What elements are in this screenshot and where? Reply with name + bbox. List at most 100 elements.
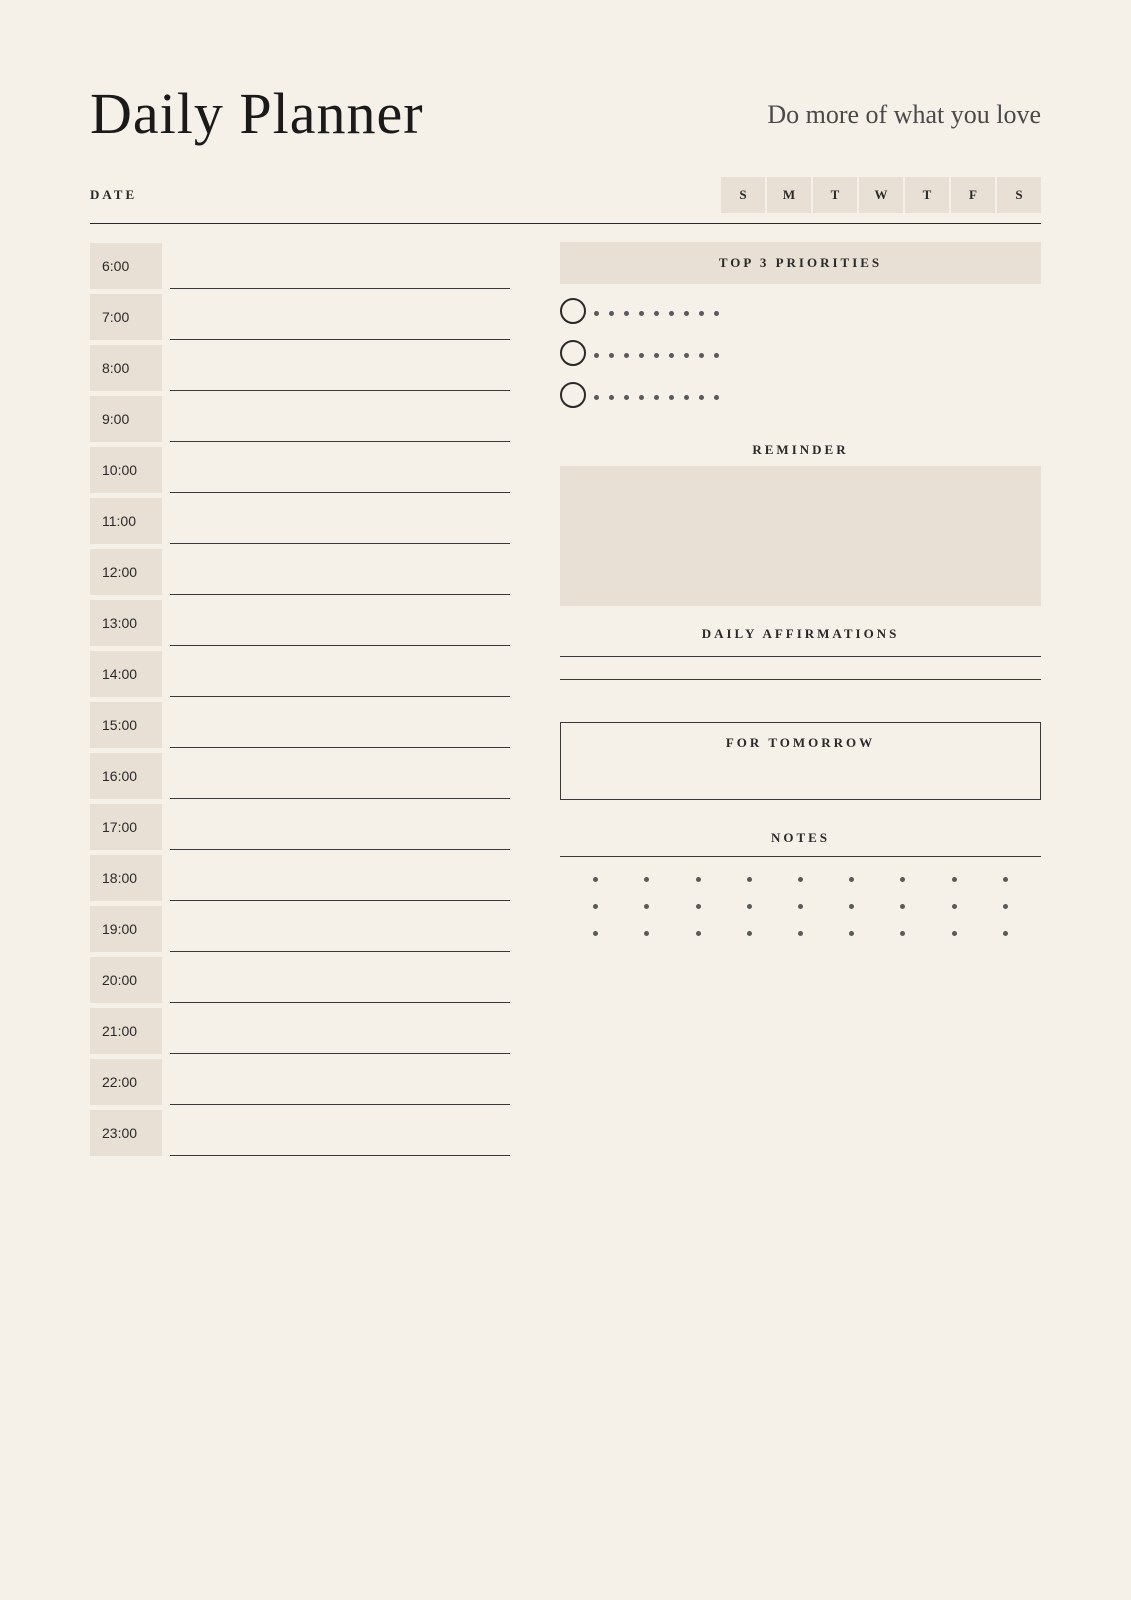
dot <box>624 311 629 316</box>
dot <box>654 353 659 358</box>
title-group: Daily Planner <box>90 80 424 147</box>
time-write-line[interactable] <box>170 798 510 799</box>
time-label: 6:00 <box>90 243 162 289</box>
time-write-line[interactable] <box>170 1053 510 1054</box>
time-entry-wrapper: 9:00 <box>90 395 510 442</box>
affirmation-line-2 <box>560 679 1041 680</box>
notes-dot <box>849 877 854 882</box>
time-entry-wrapper: 15:00 <box>90 701 510 748</box>
notes-dot <box>747 931 752 936</box>
time-label: 21:00 <box>90 1008 162 1054</box>
tomorrow-box[interactable]: FOR TOMORROW <box>560 722 1041 800</box>
time-entry-wrapper: 20:00 <box>90 956 510 1003</box>
time-write-line[interactable] <box>170 594 510 595</box>
priority-dots <box>594 307 1041 316</box>
time-write-line[interactable] <box>170 1155 510 1156</box>
dot <box>654 311 659 316</box>
dot <box>609 353 614 358</box>
top-priorities-label: TOP 3 PRIORITIES <box>719 255 882 270</box>
reminder-section: REMINDER <box>560 442 1041 606</box>
dot <box>684 353 689 358</box>
reminder-box[interactable] <box>560 466 1041 606</box>
time-label: 22:00 <box>90 1059 162 1105</box>
notes-dot <box>696 931 701 936</box>
dot <box>714 311 719 316</box>
time-entry-wrapper: 11:00 <box>90 497 510 544</box>
time-label: 18:00 <box>90 855 162 901</box>
notes-dot <box>696 904 701 909</box>
affirmations-section: DAILY AFFIRMATIONS <box>560 626 1041 702</box>
time-write-line[interactable] <box>170 390 510 391</box>
dot <box>624 395 629 400</box>
dot <box>639 353 644 358</box>
time-entry-wrapper: 22:00 <box>90 1058 510 1105</box>
notes-dot <box>798 877 803 882</box>
time-label: 19:00 <box>90 906 162 952</box>
day-cell: T <box>813 177 857 213</box>
time-write-line[interactable] <box>170 900 510 901</box>
notes-dot <box>900 931 905 936</box>
notes-dot <box>1003 931 1008 936</box>
time-entry-wrapper: 19:00 <box>90 905 510 952</box>
top-priorities-box: TOP 3 PRIORITIES <box>560 242 1041 284</box>
time-label: 15:00 <box>90 702 162 748</box>
time-write-line[interactable] <box>170 645 510 646</box>
time-label: 11:00 <box>90 498 162 544</box>
dot <box>714 395 719 400</box>
tomorrow-section: FOR TOMORROW <box>560 722 1041 800</box>
day-cell: W <box>859 177 903 213</box>
date-row: DATE SMTWTFS <box>90 177 1041 224</box>
notes-dot <box>952 877 957 882</box>
time-label: 13:00 <box>90 600 162 646</box>
time-write-line[interactable] <box>170 1104 510 1105</box>
dot <box>699 311 704 316</box>
time-label: 17:00 <box>90 804 162 850</box>
time-write-line[interactable] <box>170 441 510 442</box>
right-column: TOP 3 PRIORITIES REMINDER DAILY AFFIRMAT… <box>560 242 1041 1160</box>
time-entry-wrapper: 8:00 <box>90 344 510 391</box>
notes-dot-row <box>560 877 1041 882</box>
notes-dot <box>593 877 598 882</box>
priority-checkbox[interactable] <box>560 340 586 366</box>
time-entry-wrapper: 13:00 <box>90 599 510 646</box>
time-write-line[interactable] <box>170 288 510 289</box>
notes-dot-row <box>560 931 1041 936</box>
time-write-line[interactable] <box>170 339 510 340</box>
day-cell: F <box>951 177 995 213</box>
priority-checkbox[interactable] <box>560 382 586 408</box>
notes-dot <box>798 904 803 909</box>
day-cell: T <box>905 177 949 213</box>
days-row: SMTWTFS <box>719 177 1041 213</box>
dot <box>654 395 659 400</box>
time-entry-wrapper: 14:00 <box>90 650 510 697</box>
notes-section: NOTES <box>560 830 1041 958</box>
time-label: 20:00 <box>90 957 162 1003</box>
notes-dots <box>560 877 1041 936</box>
time-write-line[interactable] <box>170 849 510 850</box>
notes-dot <box>1003 904 1008 909</box>
tomorrow-label: FOR TOMORROW <box>581 735 1020 751</box>
time-write-line[interactable] <box>170 951 510 952</box>
page-title: Daily Planner <box>90 80 424 147</box>
dot <box>624 353 629 358</box>
time-write-line[interactable] <box>170 1002 510 1003</box>
priority-dots <box>594 349 1041 358</box>
priority-dots <box>594 391 1041 400</box>
time-write-line[interactable] <box>170 747 510 748</box>
time-write-line[interactable] <box>170 696 510 697</box>
time-write-line[interactable] <box>170 492 510 493</box>
dot <box>639 311 644 316</box>
dot <box>699 395 704 400</box>
time-label: 8:00 <box>90 345 162 391</box>
notes-label: NOTES <box>560 830 1041 846</box>
priority-checkbox[interactable] <box>560 298 586 324</box>
dot <box>594 311 599 316</box>
dot <box>639 395 644 400</box>
notes-dot <box>849 904 854 909</box>
priority-item <box>560 298 1041 324</box>
time-entry-wrapper: 18:00 <box>90 854 510 901</box>
notes-dot <box>747 877 752 882</box>
affirmations-label: DAILY AFFIRMATIONS <box>560 626 1041 642</box>
time-write-line[interactable] <box>170 543 510 544</box>
dot <box>594 395 599 400</box>
